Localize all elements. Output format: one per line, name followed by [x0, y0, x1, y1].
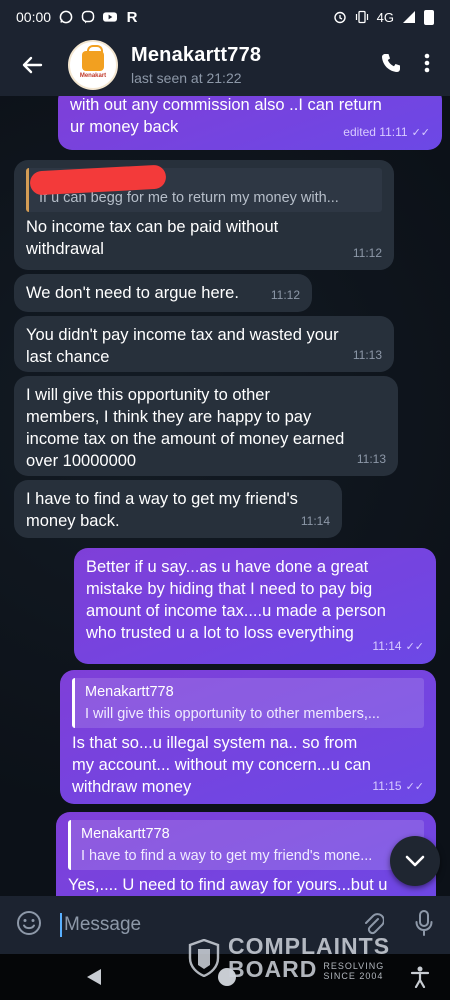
last-seen: last seen at 21:22 [131, 70, 242, 86]
call-button[interactable] [380, 52, 402, 79]
reply-author: Menakartt778 [81, 826, 170, 842]
back-button[interactable] [12, 45, 52, 85]
message-line: No income tax can be paid without [26, 218, 279, 236]
battery-icon [424, 9, 434, 25]
message-line: last chance [26, 348, 110, 366]
message-time: 11:12 [352, 246, 382, 260]
reply-quote[interactable]: Menakartt778 I have to find a way to get… [68, 820, 424, 870]
watermark-line1: COMPLAINTS [228, 933, 391, 959]
status-time: 00:00 [16, 9, 52, 25]
message-incoming[interactable]: I have to find a way to get my friend's … [14, 480, 342, 538]
message-incoming[interactable]: You didn't pay income tax and wasted you… [14, 316, 394, 372]
youtube-icon [103, 10, 118, 24]
voice-button[interactable] [414, 909, 434, 942]
viber-icon [81, 10, 95, 24]
message-outgoing[interactable]: Better if u say...as u have done a great… [74, 548, 436, 664]
attach-icon [365, 912, 385, 934]
avatar-brand: Menakart [79, 73, 107, 79]
message-line: withdrawal [26, 240, 104, 258]
network-type: 4G [376, 9, 394, 25]
chat-header: Menakart Menakartt778 last seen at 21:22 [0, 34, 450, 96]
signal-icon [402, 10, 416, 24]
message-incoming[interactable]: I will give this opportunity to other me… [14, 376, 398, 476]
message-line: with out any commission also ..I can ret… [70, 96, 382, 114]
message-incoming[interactable]: We don't need to argue here. 11:12 [14, 274, 312, 312]
message-line: members, I think they are happy to pay [26, 408, 312, 426]
more-options-button[interactable] [424, 52, 430, 79]
vibrate-icon [355, 10, 369, 24]
message-line: over 10000000 [26, 452, 137, 470]
double-check-icon: ✓✓ [411, 127, 430, 139]
watermark-tag2: SINCE 2004 [323, 971, 384, 981]
message-time: edited 11:11 ✓✓ [343, 125, 430, 139]
contact-info[interactable]: Menakartt778 last seen at 21:22 [131, 44, 261, 86]
back-triangle-icon [87, 969, 101, 985]
complaints-board-watermark: COMPLAINTS BOARD RESOLVING SINCE 2004 [188, 935, 390, 981]
double-check-icon: ✓✓ [405, 781, 424, 793]
nav-back-button[interactable] [86, 968, 102, 991]
reply-text: I will give this opportunity to other me… [85, 706, 380, 722]
shopping-bag-icon [82, 45, 104, 71]
message-line: We don't need to argue here. [26, 284, 239, 302]
message-line: amount of income tax....u made a person [86, 602, 386, 620]
status-bar: 00:00 R 4G [0, 0, 450, 34]
message-line: Is that so...u illegal system na.. so fr… [72, 734, 358, 752]
phone-icon [382, 53, 400, 72]
message-line: mistake by hiding that I need to pay big [86, 580, 373, 598]
chevron-down-icon [405, 855, 425, 867]
mic-icon [415, 909, 433, 936]
scroll-down-button[interactable] [390, 836, 440, 886]
whatsapp-icon [59, 10, 73, 24]
alarm-icon [333, 10, 347, 24]
reply-author: Menakartt778 [85, 684, 174, 700]
message-line: You didn't pay income tax and wasted you… [26, 326, 339, 344]
contact-name: Menakartt778 [131, 44, 262, 66]
message-outgoing[interactable]: with out any commission also ..I can ret… [58, 96, 442, 150]
message-outgoing[interactable]: Menakartt778 I will give this opportunit… [60, 670, 436, 804]
back-arrow-icon [22, 56, 43, 74]
message-line: my account... without my concern...u can [72, 756, 371, 774]
accessibility-icon [410, 966, 430, 989]
message-line: withdraw money [72, 778, 192, 796]
message-time: 11:14 ✓✓ [372, 639, 424, 653]
message-line: I will give this opportunity to other [26, 386, 270, 404]
avatar[interactable]: Menakart [68, 40, 118, 90]
message-line: Yes,.... U need to find away for yours..… [68, 876, 388, 894]
message-outgoing[interactable]: Menakartt778 I have to find a way to get… [56, 812, 436, 896]
message-time: 11:13 [352, 348, 382, 362]
text-cursor [60, 913, 62, 937]
message-line: money back. [26, 512, 120, 530]
r-app-icon: R [126, 8, 138, 26]
shield-logo-icon [188, 939, 220, 977]
reply-text: I have to find a way to get my friend's … [81, 848, 373, 864]
double-check-icon: ✓✓ [405, 641, 424, 653]
watermark-tag1: RESOLVING [323, 961, 385, 971]
message-time: 11:13 [356, 452, 386, 466]
message-line: I have to find a way to get my friend's [26, 490, 298, 508]
emoji-icon [17, 910, 41, 935]
emoji-button[interactable] [16, 910, 42, 941]
message-time: 11:12 [270, 288, 300, 302]
watermark-line2: BOARD [228, 956, 318, 982]
nav-accessibility-button[interactable] [410, 966, 430, 993]
message-time: 11:15 ✓✓ [372, 779, 424, 793]
message-line: income tax on the amount of money earned [26, 430, 345, 448]
more-vert-icon [424, 53, 430, 72]
reply-quote[interactable]: Menakartt778 I will give this opportunit… [72, 678, 424, 728]
chat-area[interactable]: with out any commission also ..I can ret… [0, 96, 450, 896]
message-line: Better if u say...as u have done a great [86, 558, 369, 576]
message-time: 11:14 [300, 514, 330, 528]
